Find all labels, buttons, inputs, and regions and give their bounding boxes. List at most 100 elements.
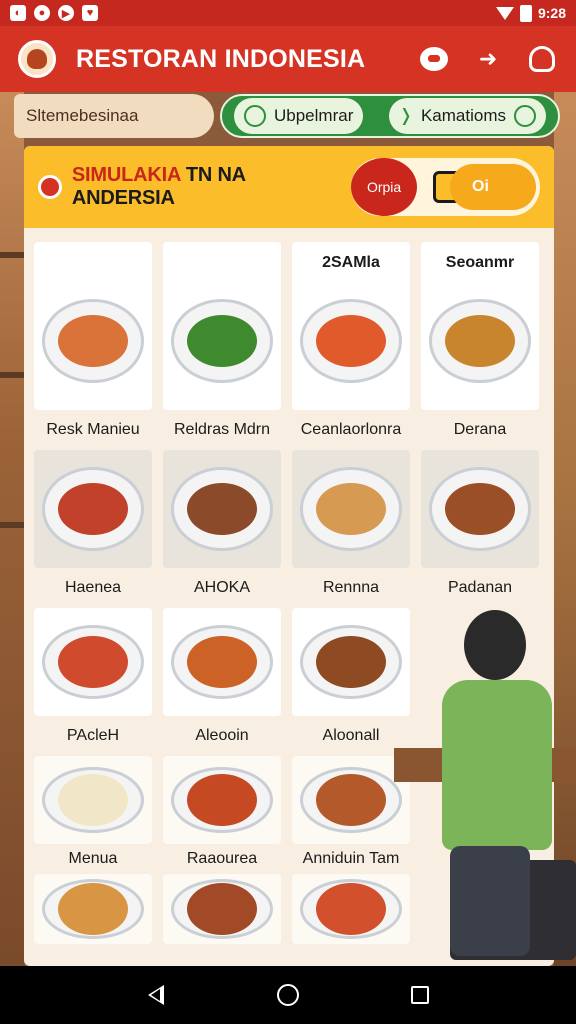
food-label: Rennna <box>322 579 380 596</box>
play-icon: ▶ <box>58 5 74 21</box>
plate-icon <box>42 879 144 939</box>
food-item[interactable]: 2SAMla Ceanlaorlonra <box>292 242 410 450</box>
food-thumbnail[interactable]: 2SAMla <box>292 242 410 410</box>
food-item[interactable]: Raaourea <box>163 756 281 874</box>
food-label: Aleooin <box>195 727 249 744</box>
food-item[interactable]: Aleooin <box>163 608 281 756</box>
food-label: Haenea <box>64 579 122 596</box>
plate-icon <box>171 467 273 551</box>
food-label: Reldras Mdrn <box>173 421 271 438</box>
food-item[interactable]: Haenea <box>34 450 152 608</box>
food-thumbnail[interactable] <box>292 450 410 568</box>
food-thumbnail[interactable]: Seoanmr <box>421 242 539 410</box>
food-item[interactable] <box>292 874 410 944</box>
recents-button[interactable] <box>408 983 432 1007</box>
order-count[interactable]: Oi <box>450 164 537 210</box>
food-thumbnail[interactable] <box>421 450 539 568</box>
plate-icon <box>429 467 531 551</box>
food-item[interactable]: Rennna <box>292 450 410 608</box>
forward-arrow-icon: ➜ <box>478 46 498 71</box>
status-icons: ◐ ● ▶ ♥ <box>10 5 98 21</box>
dish-icon <box>316 774 386 826</box>
food-item[interactable] <box>163 874 281 944</box>
status-time: 9:28 <box>537 5 566 21</box>
food-label: Aloonall <box>322 727 380 744</box>
food-thumbnail-heading: 2SAMla <box>322 254 380 271</box>
order-button[interactable]: Orpia <box>351 158 418 216</box>
home-button[interactable] <box>276 983 300 1007</box>
food-thumbnail[interactable] <box>34 242 152 410</box>
food-thumbnail[interactable] <box>34 874 152 944</box>
chef-profile-button[interactable] <box>526 43 558 75</box>
dish-icon <box>445 483 515 535</box>
dish-icon <box>187 636 257 688</box>
food-thumbnail[interactable] <box>163 450 281 568</box>
banner-close-icon[interactable] <box>38 175 62 199</box>
food-thumbnail[interactable] <box>163 756 281 844</box>
food-label: Menua <box>68 850 118 867</box>
share-button[interactable]: ➜ <box>472 43 504 75</box>
tab-second-label: Ubpelmrar <box>274 106 354 125</box>
food-thumbnail[interactable] <box>292 756 410 844</box>
chat-bubble-icon <box>420 47 448 71</box>
banner-title-highlight: SIMULAKIA <box>71 164 181 186</box>
background-wall-left <box>0 92 24 966</box>
banner-title: SIMULAKIA TN NA ANDERSIA <box>72 164 351 210</box>
app-title: RESTORAN INDONESIA <box>76 44 366 73</box>
back-icon <box>148 985 164 1005</box>
dish-icon <box>58 636 128 688</box>
food-item[interactable]: AHOKA <box>163 450 281 608</box>
food-item[interactable]: Resk Manieu <box>34 242 152 450</box>
food-label: PAcleH <box>66 727 120 744</box>
back-button[interactable] <box>144 983 168 1007</box>
food-thumbnail[interactable] <box>292 608 410 716</box>
plate-icon <box>42 467 144 551</box>
chat-button[interactable] <box>418 43 450 75</box>
food-thumbnail[interactable] <box>34 608 152 716</box>
dish-icon <box>58 315 128 367</box>
food-item[interactable]: Seoanmr Derana <box>421 242 539 450</box>
food-thumbnail[interactable] <box>34 450 152 568</box>
plate-icon <box>300 767 402 833</box>
order-pill: Orpia Oi <box>351 158 541 216</box>
camera-icon: ● <box>34 5 50 21</box>
notification-icon: ◐ <box>10 5 26 21</box>
recents-icon <box>411 986 429 1004</box>
plate-icon <box>429 299 531 383</box>
food-thumbnail[interactable] <box>163 242 281 410</box>
tab-second[interactable]: Ubpelmrar <box>234 98 364 134</box>
tab-strip: Sltemebesinaa Ubpelmrar ❭ Kamatioms <box>14 94 566 142</box>
clock-icon <box>244 105 266 127</box>
food-item[interactable]: PAcleH <box>34 608 152 756</box>
food-item[interactable] <box>34 874 152 944</box>
restaurant-logo-icon[interactable] <box>18 40 56 78</box>
dish-icon <box>316 483 386 535</box>
plate-icon <box>171 299 273 383</box>
dish-icon <box>58 483 128 535</box>
dish-icon <box>316 636 386 688</box>
food-label: AHOKA <box>193 579 250 596</box>
food-item[interactable]: Aloonall <box>292 608 410 756</box>
status-right: 9:28 <box>495 4 566 22</box>
diner-illustration <box>420 610 560 970</box>
food-thumbnail[interactable] <box>163 874 281 944</box>
battery-icon <box>519 4 532 22</box>
food-thumbnail[interactable] <box>292 874 410 944</box>
food-item[interactable]: Padanan <box>421 450 539 608</box>
plate-icon <box>171 767 273 833</box>
plate-icon <box>300 299 402 383</box>
food-label: Derana <box>453 421 507 438</box>
plate-icon <box>42 767 144 833</box>
dish-icon <box>187 883 257 935</box>
tab-third-label: Kamatioms <box>420 106 506 125</box>
tab-third[interactable]: ❭ Kamatioms <box>388 98 546 134</box>
food-item[interactable]: Menua <box>34 756 152 874</box>
food-label: Raaourea <box>186 850 258 867</box>
tab-first[interactable]: Sltemebesinaa <box>14 94 214 138</box>
food-thumbnail[interactable] <box>34 756 152 844</box>
food-thumbnail[interactable] <box>163 608 281 716</box>
food-item[interactable]: Reldras Mdrn <box>163 242 281 450</box>
food-item[interactable]: Anniduin Tam <box>292 756 410 874</box>
system-nav-bar <box>0 966 576 1024</box>
dish-icon <box>58 883 128 935</box>
